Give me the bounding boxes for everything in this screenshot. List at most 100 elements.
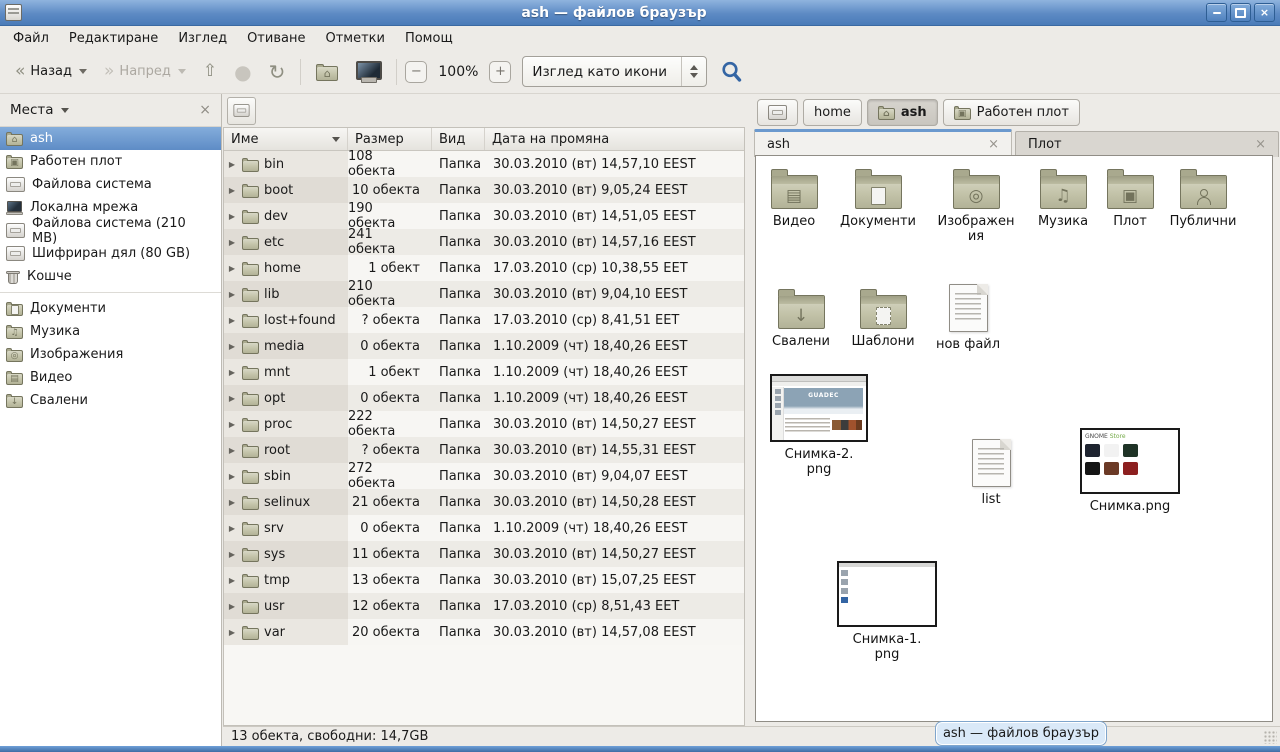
expander-icon[interactable]: ▶ — [227, 576, 237, 585]
file-icon-item[interactable]: Публични — [1159, 168, 1247, 229]
back-button[interactable]: « Назад — [8, 56, 94, 88]
sidebar-item[interactable]: Документи — [0, 297, 221, 320]
table-row[interactable]: ▶sbin272 обектаПапка30.03.2010 (вт) 9,04… — [224, 463, 744, 489]
expander-icon[interactable]: ▶ — [227, 316, 237, 325]
column-header-size[interactable]: Размер — [348, 128, 432, 150]
titlebar[interactable]: ash — файлов браузър × — [0, 0, 1280, 26]
file-icon-item[interactable]: Снимка-1.png — [835, 561, 939, 663]
expander-icon[interactable]: ▶ — [227, 290, 237, 299]
breadcrumb-button[interactable]: ▣Работен плот — [943, 99, 1080, 126]
tab-Плот[interactable]: Плот× — [1015, 131, 1279, 157]
table-row[interactable]: ▶lib210 обектаПапка30.03.2010 (вт) 9,04,… — [224, 281, 744, 307]
stop-button[interactable]: ● — [227, 56, 258, 88]
close-button[interactable]: × — [1254, 3, 1275, 22]
table-row[interactable]: ▶mnt1 обектПапка1.10.2009 (чт) 18,40,26 … — [224, 359, 744, 385]
sidebar-chevron-down-icon[interactable] — [61, 108, 69, 113]
expander-icon[interactable]: ▶ — [227, 212, 237, 221]
sidebar-item[interactable]: ▤Видео — [0, 366, 221, 389]
expander-icon[interactable]: ▶ — [227, 160, 237, 169]
minimize-button[interactable] — [1206, 3, 1227, 22]
table-row[interactable]: ▶var20 обектаПапка30.03.2010 (вт) 14,57,… — [224, 619, 744, 645]
table-row[interactable]: ▶media0 обектаПапка1.10.2009 (чт) 18,40,… — [224, 333, 744, 359]
expander-icon[interactable]: ▶ — [227, 186, 237, 195]
sidebar-item[interactable]: ▣Работен плот — [0, 150, 221, 173]
table-row[interactable]: ▶bin108 обектаПапка30.03.2010 (вт) 14,57… — [224, 151, 744, 177]
reload-button[interactable]: ↻ — [262, 56, 293, 88]
table-row[interactable]: ▶dev190 обектаПапка30.03.2010 (вт) 14,51… — [224, 203, 744, 229]
menu-item[interactable]: Отиване — [238, 29, 314, 48]
table-row[interactable]: ▶etc241 обектаПапка30.03.2010 (вт) 14,57… — [224, 229, 744, 255]
expander-icon[interactable]: ▶ — [227, 368, 237, 377]
expander-icon[interactable]: ▶ — [227, 394, 237, 403]
expander-icon[interactable]: ▶ — [227, 238, 237, 247]
zoom-in-button[interactable]: + — [489, 61, 511, 83]
table-row[interactable]: ▶srv0 обектаПапка1.10.2009 (чт) 18,40,26… — [224, 515, 744, 541]
file-icon-item[interactable]: GNOME StoreСнимка.png — [1078, 428, 1182, 514]
tab-close-icon[interactable]: × — [988, 137, 999, 152]
expander-icon[interactable]: ▶ — [227, 602, 237, 611]
expander-icon[interactable]: ▶ — [227, 446, 237, 455]
tab-ash[interactable]: ash× — [754, 129, 1012, 157]
expander-icon[interactable]: ▶ — [227, 524, 237, 533]
expander-icon[interactable]: ▶ — [227, 264, 237, 273]
menu-item[interactable]: Изглед — [169, 29, 236, 48]
table-row[interactable]: ▶proc222 обектаПапка30.03.2010 (вт) 14,5… — [224, 411, 744, 437]
forward-button[interactable]: » Напред — [97, 56, 193, 88]
file-icon-item[interactable]: ↓Свалени — [757, 288, 845, 349]
sidebar-item[interactable]: ↓Свалени — [0, 389, 221, 412]
home-button[interactable]: ⌂ — [309, 56, 345, 88]
sidebar-item[interactable]: ◎Изображения — [0, 343, 221, 366]
menu-item[interactable]: Файл — [4, 29, 58, 48]
tab-close-icon[interactable]: × — [1255, 137, 1266, 152]
sidebar-item[interactable]: Файлова система (210 MB) — [0, 219, 221, 242]
back-dropdown-icon[interactable] — [79, 69, 87, 74]
sidebar-title[interactable]: Места — [10, 102, 54, 118]
resize-grip[interactable] — [1264, 731, 1277, 744]
file-icon-item[interactable]: list — [947, 439, 1035, 507]
sidebar-item[interactable]: Файлова система — [0, 173, 221, 196]
computer-button[interactable] — [348, 56, 388, 88]
menu-item[interactable]: Редактиране — [60, 29, 167, 48]
file-icon-item[interactable]: GUADECСнимка-2.png — [767, 374, 871, 478]
file-icon-item[interactable]: Шаблони — [839, 288, 927, 349]
view-mode-combo[interactable]: Изглед като икони — [522, 56, 707, 87]
forward-dropdown-icon[interactable] — [178, 69, 186, 74]
table-row[interactable]: ▶selinux21 обектаПапка30.03.2010 (вт) 14… — [224, 489, 744, 515]
up-button[interactable]: ⇧ — [196, 56, 224, 88]
column-header-date[interactable]: Дата на промяна — [485, 128, 744, 150]
table-row[interactable]: ▶usr12 обектаПапка17.03.2010 (ср) 8,51,4… — [224, 593, 744, 619]
sidebar-item[interactable]: ♫Музика — [0, 320, 221, 343]
table-row[interactable]: ▶tmp13 обектаПапка30.03.2010 (вт) 15,07,… — [224, 567, 744, 593]
expander-icon[interactable]: ▶ — [227, 420, 237, 429]
table-row[interactable]: ▶opt0 обектаПапка1.10.2009 (чт) 18,40,26… — [224, 385, 744, 411]
maximize-button[interactable] — [1230, 3, 1251, 22]
menu-item[interactable]: Помощ — [396, 29, 462, 48]
file-icon-item[interactable]: ◎Изображения — [932, 168, 1020, 245]
table-row[interactable]: ▶root? обектаПапка30.03.2010 (вт) 14,55,… — [224, 437, 744, 463]
table-row[interactable]: ▶lost+found? обектаПапка17.03.2010 (ср) … — [224, 307, 744, 333]
menu-item[interactable]: Отметки — [316, 29, 393, 48]
sidebar-item[interactable]: Шифриран дял (80 GB) — [0, 242, 221, 265]
breadcrumb-button[interactable]: ⌂ash — [867, 99, 938, 126]
table-row[interactable]: ▶home1 обектПапка17.03.2010 (ср) 10,38,5… — [224, 255, 744, 281]
table-row[interactable]: ▶sys11 обектаПапка30.03.2010 (вт) 14,50,… — [224, 541, 744, 567]
expander-icon[interactable]: ▶ — [227, 342, 237, 351]
zoom-out-button[interactable]: − — [405, 61, 427, 83]
breadcrumb-button[interactable]: home — [803, 99, 862, 126]
breadcrumb-root-button[interactable] — [757, 99, 798, 126]
expander-icon[interactable]: ▶ — [227, 498, 237, 507]
root-drive-button[interactable] — [227, 97, 256, 125]
sidebar-item[interactable]: Кошче — [0, 265, 221, 288]
search-button[interactable] — [720, 60, 744, 84]
expander-icon[interactable]: ▶ — [227, 628, 237, 637]
column-header-type[interactable]: Вид — [432, 128, 485, 150]
combo-spinner-icon[interactable] — [681, 57, 706, 86]
expander-icon[interactable]: ▶ — [227, 472, 237, 481]
sidebar-item[interactable]: ⌂ash — [0, 127, 221, 150]
file-icon-item[interactable]: ▤Видео — [750, 168, 838, 229]
file-icon-item[interactable]: нов файл — [924, 284, 1012, 352]
table-row[interactable]: ▶boot10 обектаПапка30.03.2010 (вт) 9,05,… — [224, 177, 744, 203]
taskbar-window-button[interactable]: ash — файлов браузър — [935, 721, 1107, 746]
expander-icon[interactable]: ▶ — [227, 550, 237, 559]
column-header-name[interactable]: Име — [224, 128, 348, 150]
